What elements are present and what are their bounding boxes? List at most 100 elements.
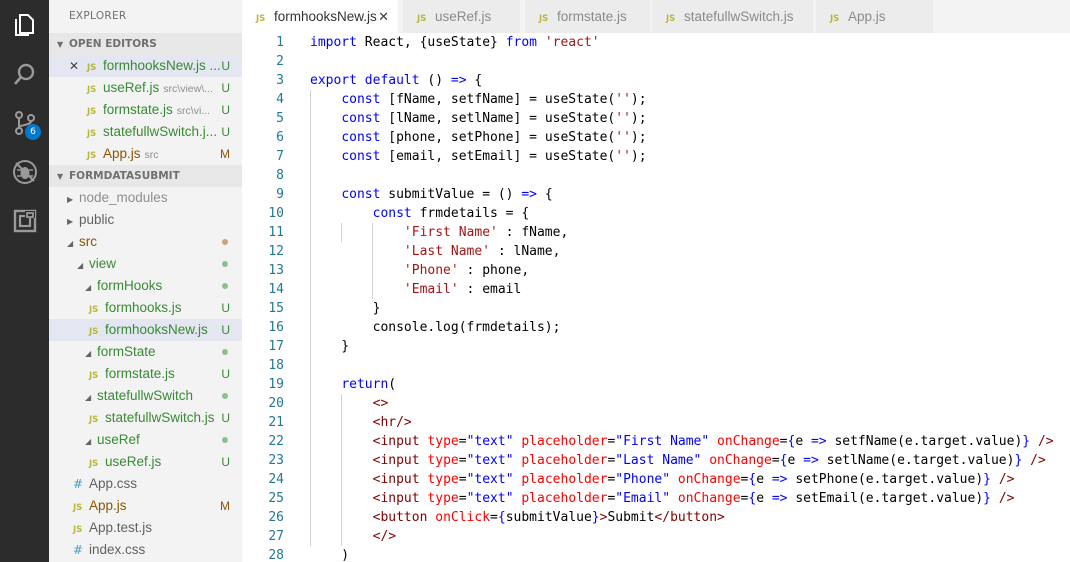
git-status-modified: M: [220, 147, 230, 161]
code-text: const submitValue = () => {: [310, 185, 552, 204]
chevron-down-icon: ◢: [85, 437, 92, 446]
code-line[interactable]: 6 const [phone, setPhone] = useState('')…: [242, 128, 1070, 147]
code-token: />: [1030, 453, 1046, 468]
search-icon[interactable]: [0, 49, 49, 98]
code-line[interactable]: 2: [242, 52, 1070, 71]
code-token: }: [1022, 434, 1031, 449]
tree-folder[interactable]: ◢ src: [49, 231, 242, 253]
chevron-down-icon: ◢: [77, 261, 84, 270]
explorer-icon[interactable]: [0, 0, 49, 49]
code-line[interactable]: 23 <input type="text" placeholder="Last …: [242, 451, 1070, 470]
tree-file-name: formstate.js: [105, 366, 175, 381]
modified-dot: [222, 239, 228, 245]
debug-icon[interactable]: [0, 147, 49, 196]
close-icon[interactable]: ✕: [378, 0, 389, 33]
open-editors-header[interactable]: ▼ OPEN EDITORS: [49, 33, 242, 55]
code-line[interactable]: 27 </>: [242, 527, 1070, 546]
tree-file[interactable]: JS formstate.js U: [49, 363, 242, 385]
tree-file[interactable]: JS statefullwSwitch.js U: [49, 407, 242, 429]
code-token: const: [341, 92, 381, 107]
line-number: 14: [268, 282, 284, 297]
code-token: onChange: [709, 453, 772, 468]
code-line[interactable]: 13 'Phone' : phone,: [242, 261, 1070, 280]
code-token: "Phone": [615, 472, 671, 487]
close-icon[interactable]: ✕: [69, 55, 79, 77]
code-line[interactable]: 9 const submitValue = () => {: [242, 185, 1070, 204]
tree-file-selected[interactable]: JS formhooksNew.js U: [49, 319, 242, 341]
code-line[interactable]: 1 import React, {useState} from 'react': [242, 33, 1070, 52]
code-line[interactable]: 4 const [fName, setfName] = useState('')…: [242, 90, 1070, 109]
extensions-icon[interactable]: [0, 196, 49, 245]
open-editor-item[interactable]: JS formstate.js src\vi... U: [49, 99, 242, 121]
code-line[interactable]: 25 <input type="text" placeholder="Email…: [242, 489, 1070, 508]
code-line[interactable]: 12 'Last Name' : lName,: [242, 242, 1070, 261]
code-token: =>: [803, 453, 819, 468]
open-editors-label: OPEN EDITORS: [69, 38, 157, 50]
tree-folder-name: useRef: [97, 432, 140, 447]
code-line[interactable]: 17 }: [242, 337, 1070, 356]
tree-folder[interactable]: ▶ node_modules: [49, 187, 242, 209]
code-line[interactable]: 15 }: [242, 299, 1070, 318]
tree-file[interactable]: JS formhooks.js U: [49, 297, 242, 319]
code-line[interactable]: 10 const frmdetails = {: [242, 204, 1070, 223]
code-token: );: [630, 130, 647, 145]
tree-folder[interactable]: ◢ formState: [49, 341, 242, 363]
open-editor-item[interactable]: JS App.js src M: [49, 143, 242, 165]
code-line[interactable]: 5 const [lName, setlName] = useState('')…: [242, 109, 1070, 128]
code-line[interactable]: 28 ): [242, 546, 1070, 562]
source-control-icon[interactable]: [0, 98, 49, 147]
code-line[interactable]: 24 <input type="text" placeholder="Phone…: [242, 470, 1070, 489]
code-line[interactable]: 21 <hr/>: [242, 413, 1070, 432]
tree-folder[interactable]: ◢ useRef: [49, 429, 242, 451]
tab-statefullwswitch[interactable]: JS statefullwSwitch.js: [652, 0, 814, 33]
code-token: [email, setEmail] = useState(: [380, 149, 616, 164]
code-token: <>: [372, 396, 389, 411]
tree-folder[interactable]: ◢ formHooks: [49, 275, 242, 297]
tree-file[interactable]: JS App.test.js: [49, 517, 242, 539]
code-text: 'Last Name' : lName,: [310, 242, 561, 261]
line-number: 9: [276, 187, 284, 202]
tree-folder[interactable]: ▶ public: [49, 209, 242, 231]
code-line[interactable]: 22 <input type="text" placeholder="First…: [242, 432, 1070, 451]
open-editor-item[interactable]: JS useRef.js src\view\... U: [49, 77, 242, 99]
code-text: 'Email' : email: [310, 280, 521, 299]
tree-file-name: App.test.js: [89, 520, 153, 535]
tab-formstate[interactable]: JS formstate.js: [525, 0, 651, 33]
code-token: [lName, setlName] = useState(: [380, 111, 616, 126]
code-text: 'Phone' : phone,: [310, 261, 529, 280]
code-line[interactable]: 11 'First Name' : fName,: [242, 223, 1070, 242]
code-token: setfName(e.target.value): [826, 434, 1023, 449]
code-token: : phone,: [458, 263, 530, 278]
project-header[interactable]: ▼ FORMDATASUBMIT: [49, 165, 242, 187]
tree-folder[interactable]: ◢ view: [49, 253, 242, 275]
code-line[interactable]: 16 console.log(frmdetails);: [242, 318, 1070, 337]
code-token: =: [771, 453, 780, 468]
code-line[interactable]: 7 const [email, setEmail] = useState('')…: [242, 147, 1070, 166]
tab-appjs[interactable]: JS App.js: [816, 0, 934, 33]
project-label: FORMDATASUBMIT: [69, 170, 180, 182]
code-line[interactable]: 8: [242, 166, 1070, 185]
tab-useref[interactable]: JS useRef.js: [403, 0, 521, 33]
line-number: 21: [268, 415, 284, 430]
code-line[interactable]: 19 return(: [242, 375, 1070, 394]
code-line[interactable]: 14 'Email' : email: [242, 280, 1070, 299]
code-line[interactable]: 20 <>: [242, 394, 1070, 413]
open-editor-item[interactable]: JS statefullwSwitch.j... U: [49, 121, 242, 143]
line-number: 18: [268, 358, 284, 373]
tree-file[interactable]: # index.css: [49, 539, 242, 561]
code-token: "First Name": [615, 434, 710, 449]
code-text: ): [310, 546, 349, 562]
code-line[interactable]: 3 export default () => {: [242, 71, 1070, 90]
tree-file[interactable]: # App.css: [49, 473, 242, 495]
tab-label: formstate.js: [557, 9, 627, 24]
code-line[interactable]: 18: [242, 356, 1070, 375]
code-line[interactable]: 26 <button onClick={submitValue}>Submit<…: [242, 508, 1070, 527]
tree-folder[interactable]: ◢ statefullwSwitch: [49, 385, 242, 407]
tree-file[interactable]: JS App.js M: [49, 495, 242, 517]
tab-formhooksnew[interactable]: JS formhooksNew.js ✕: [242, 0, 399, 33]
tree-file[interactable]: JS useRef.js U: [49, 451, 242, 473]
code-editor[interactable]: 1 import React, {useState} from 'react' 2 3…: [242, 33, 1070, 562]
open-editor-item[interactable]: ✕ JS formhooksNew.js ... U: [49, 55, 242, 77]
line-number: 15: [268, 301, 284, 316]
code-token: 'Last Name': [403, 244, 491, 259]
